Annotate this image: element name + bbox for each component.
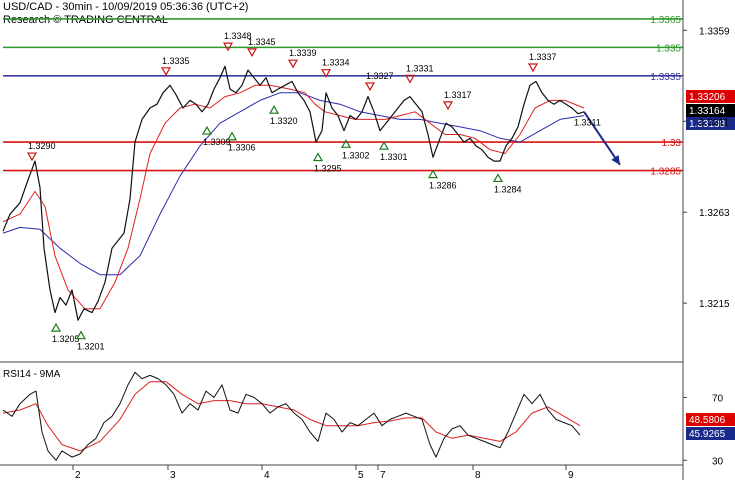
time-axis-label: 7 [380,470,386,480]
swing-high-marker [364,82,376,92]
swing-high-marker [287,59,299,69]
price-axis-label: 1.3359 [699,26,730,37]
swing-low-label: 1.3284 [494,184,522,194]
usdcad-chart[interactable]: 1.33651.3351.33351.331.32851.32901.32051… [0,0,735,480]
swing-low-marker [312,152,324,162]
price-badge-label: 1.33206 [689,92,726,103]
swing-low-label: 1.3286 [429,181,457,191]
rsi-ma-line [2,381,581,452]
swing-high-label: 1.3335 [162,56,190,66]
swing-low-label: 1.3309 [203,137,231,147]
swing-low-label: 1.3301 [380,152,408,162]
time-axis-label: 4 [264,470,270,480]
swing-low-label: 1.3302 [342,150,370,160]
time-axis-label: 2 [75,470,81,480]
rsi-badge-label: 45.9265 [689,429,726,440]
swing-low-label: 1.3205 [52,334,80,344]
swing-high-marker [442,101,454,111]
swing-high-label: 1.3339 [289,48,317,58]
axes: 1.3359 1.3311 1.3263 1.3215 70 30 2 3 4 5 7 8 9 [0,0,730,480]
rsi-line [2,371,581,461]
level-label: 1.3285 [650,167,681,178]
swing-high-label: 1.3331 [406,63,434,73]
swing-low-label: 1.3201 [77,342,105,352]
swing-low-marker [427,169,439,179]
level-label: 1.3365 [650,15,681,26]
time-axis-label: 9 [568,470,574,480]
price-panel: 1.33651.3351.33351.331.32851.32901.32051… [2,15,735,352]
rsi-axis-label: 70 [712,393,724,404]
swing-high-marker [26,152,38,162]
swing-high-label: 1.3317 [444,90,472,100]
price-axis-label: 1.3311 [699,117,729,128]
level-label: 1.3335 [650,72,681,83]
swing-high-label: 1.3290 [28,141,56,151]
swing-high-marker [527,63,539,73]
rsi-axis-label: 30 [712,456,724,467]
price-note-label: 1.3311 [574,117,601,127]
level-label: 1.335 [656,43,681,54]
swing-low-label: 1.3320 [270,116,298,126]
swing-high-marker [160,67,172,76]
swing-high-marker [246,48,258,58]
price-axis-label: 1.3215 [699,299,730,310]
swing-low-marker [50,322,62,332]
time-axis-label: 8 [475,470,481,480]
time-axis-label: 5 [358,470,364,480]
swing-high-label: 1.3337 [529,52,557,62]
time-axis-label: 3 [170,470,176,480]
rsi-badge-label: 48.5806 [689,415,726,426]
price-axis-label: 1.3263 [699,208,730,219]
rsi-panel-label: RSI14 - 9MA [3,369,61,380]
swing-low-label: 1.3295 [314,164,342,174]
swing-low-label: 1.3306 [228,143,256,153]
swing-low-marker [201,125,213,135]
swing-low-marker [268,105,280,114]
swing-high-label: 1.3327 [366,71,394,81]
rsi-panel: 48.5806 45.9265 [2,371,735,461]
swing-low-marker [378,141,390,150]
level-label: 1.33 [662,138,682,149]
swing-high-label: 1.3334 [322,58,350,68]
forecast-arrow-head [611,154,620,165]
swing-low-marker [492,173,504,183]
price-badge-label: 1.33164 [689,106,726,117]
swing-high-label: 1.3345 [248,37,276,47]
